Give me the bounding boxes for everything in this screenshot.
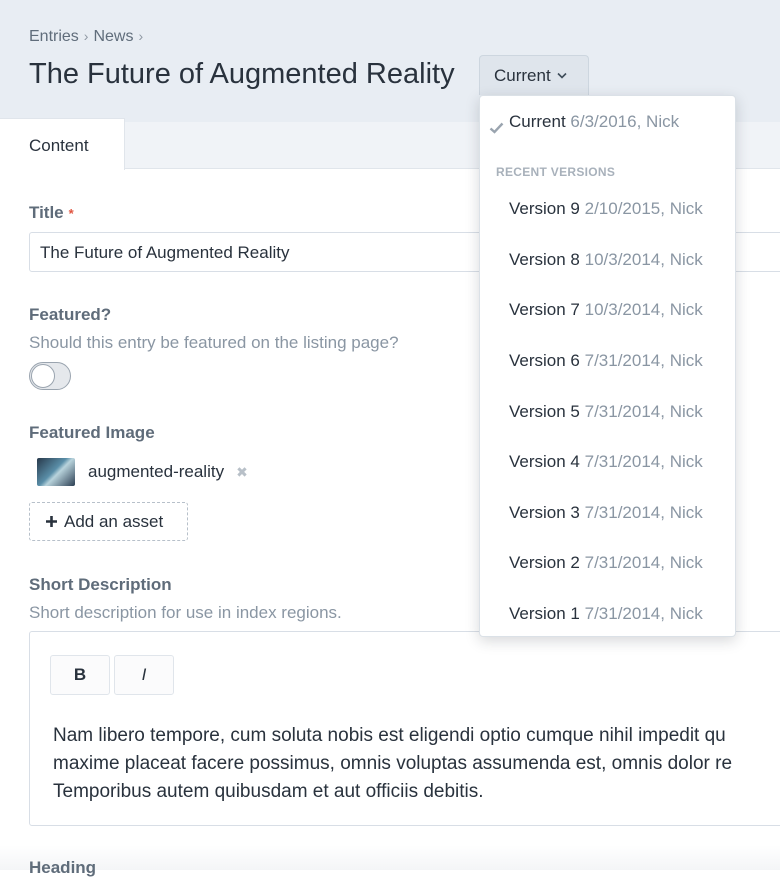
rich-text-editor[interactable]: B I Nam libero tempore, cum soluta nobis… [29,631,780,826]
breadcrumb-news[interactable]: News [93,28,133,46]
short-description-instructions: Short description for use in index regio… [29,603,342,622]
featured-image-label: Featured Image [29,423,155,442]
editor-body[interactable]: Nam libero tempore, cum soluta nobis est… [53,722,780,806]
title-label-text: Title [29,203,64,222]
menu-item-label: Version 8 [509,250,580,269]
featured-field-label: Featured? [29,305,112,324]
menu-item-meta: 7/31/2014, Nick [584,452,703,471]
menu-item-meta: 6/3/2016, Nick [570,112,680,131]
breadcrumb-separator: › [138,28,144,44]
plus-icon [45,512,58,532]
version-menu-button[interactable]: Current [479,55,589,95]
breadcrumb-entries[interactable]: Entries [29,28,79,46]
menu-item-meta: 7/31/2014, Nick [584,351,703,370]
chevron-down-icon [557,70,567,82]
menu-item-current[interactable]: Current 6/3/2016, Nick [509,112,679,132]
menu-item-label: Version 4 [509,452,580,471]
asset-thumbnail [37,458,75,486]
toggle-knob [31,364,55,388]
menu-item-meta: 7/31/2014, Nick [584,402,703,421]
breadcrumb-separator: › [83,28,89,44]
required-indicator: * [68,206,74,221]
menu-item-meta: 7/31/2014, Nick [584,604,703,623]
heading-field-label: Heading [29,858,97,877]
menu-item-meta: 10/3/2014, Nick [584,300,703,319]
check-icon [489,121,504,137]
asset-item[interactable]: augmented-reality ✖ [37,458,248,486]
menu-item-label: Version 5 [509,402,580,421]
page-title: The Future of Augmented Reality [29,58,455,90]
asset-name: augmented-reality [88,462,225,481]
menu-item-label: Version 9 [509,199,580,218]
menu-item-label: Version 6 [509,351,580,370]
menu-item-meta: 2/10/2015, Nick [584,199,703,218]
scroll-fade [0,845,780,870]
menu-item-label: Version 7 [509,300,580,319]
versions-dropdown: Current 6/3/2016, Nick RECENT VERSIONS V… [479,95,736,637]
recent-versions-heading: RECENT VERSIONS [496,165,616,179]
breadcrumb: Entries › News › [29,28,148,46]
italic-button[interactable]: I [114,655,174,695]
menu-item-label: Version 2 [509,553,580,572]
remove-asset-icon[interactable]: ✖ [236,464,248,481]
short-description-label: Short Description [29,575,172,594]
featured-instructions: Should this entry be featured on the lis… [29,333,399,352]
menu-item-label: Version 3 [509,503,580,522]
editor-line: Temporibus autem quibusdam et aut offici… [53,781,484,802]
editor-line: Nam libero tempore, cum soluta nobis est… [53,725,726,746]
menu-item-version-4[interactable]: Version 4 7/31/2014, Nick [509,452,703,472]
add-asset-button[interactable]: Add an asset [29,502,188,541]
add-asset-label: Add an asset [64,511,164,531]
bold-button[interactable]: B [50,655,110,695]
menu-item-version-9[interactable]: Version 9 2/10/2015, Nick [509,199,703,219]
menu-item-meta: 10/3/2014, Nick [584,250,703,269]
version-button-label: Current [494,65,551,85]
menu-item-version-5[interactable]: Version 5 7/31/2014, Nick [509,402,703,422]
menu-item-label: Current [509,112,566,131]
menu-item-version-1[interactable]: Version 1 7/31/2014, Nick [509,604,703,624]
menu-item-version-3[interactable]: Version 3 7/31/2014, Nick [509,503,703,523]
menu-item-label: Version 1 [509,604,580,623]
menu-item-version-2[interactable]: Version 2 7/31/2014, Nick [509,553,703,573]
tab-content[interactable]: Content [0,118,125,170]
menu-item-version-7[interactable]: Version 7 10/3/2014, Nick [509,300,703,320]
menu-item-meta: 7/31/2014, Nick [584,553,703,572]
editor-line: maxime placeat facere possimus, omnis vo… [53,753,733,774]
menu-item-meta: 7/31/2014, Nick [584,503,703,522]
title-field-label: Title * [29,203,74,223]
menu-item-version-6[interactable]: Version 6 7/31/2014, Nick [509,351,703,371]
tab-label: Content [29,136,89,155]
menu-item-version-8[interactable]: Version 8 10/3/2014, Nick [509,250,703,270]
featured-toggle[interactable] [29,362,71,390]
